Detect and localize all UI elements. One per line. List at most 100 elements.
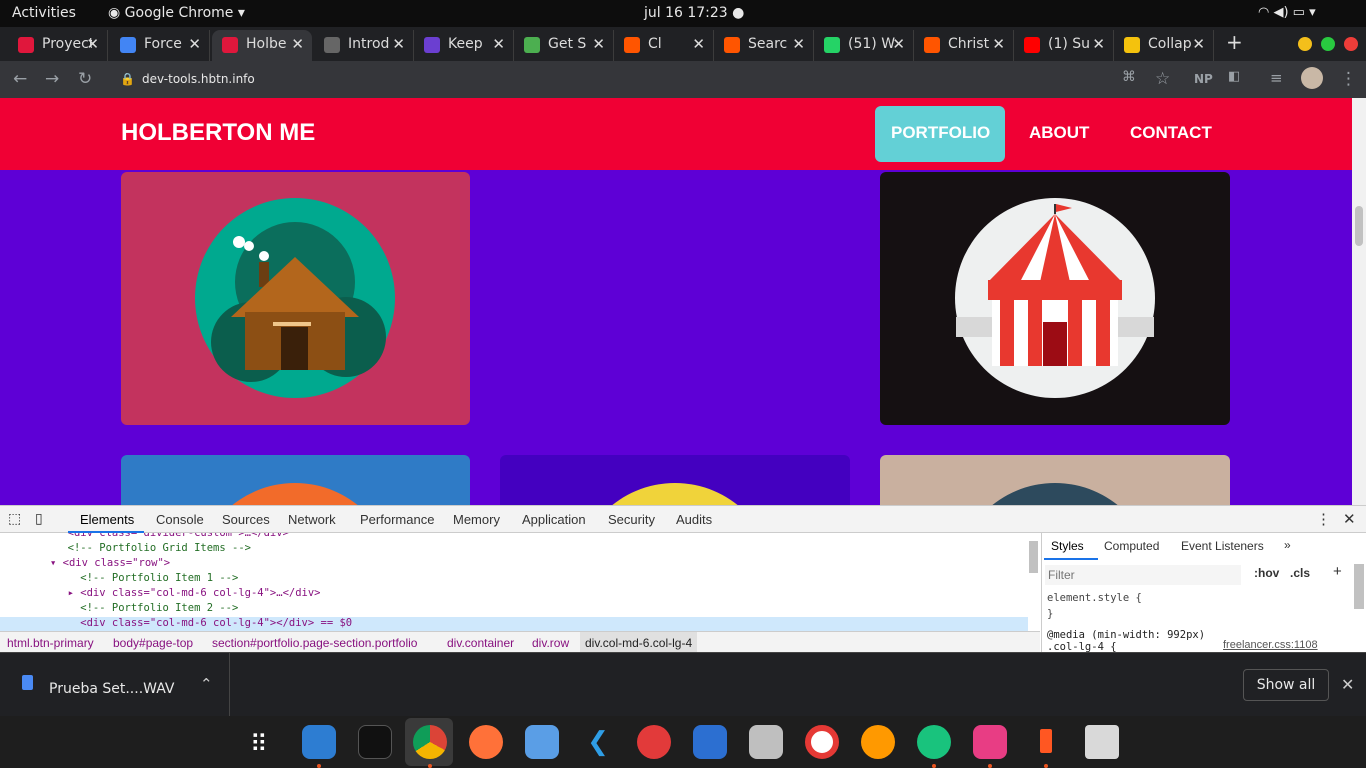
site-brand[interactable]: HOLBERTON ME (121, 119, 315, 147)
tab-console[interactable]: Console (156, 512, 204, 527)
terminal-icon[interactable] (358, 725, 392, 759)
close-tab-icon[interactable]: ✕ (1192, 35, 1205, 53)
cls-toggle[interactable]: .cls (1290, 566, 1310, 580)
browser-tab[interactable]: (51) W ✕ (814, 30, 914, 61)
breadcrumb-item[interactable]: section#portfolio.page-section.portfolio (212, 636, 417, 650)
tab-memory[interactable]: Memory (453, 512, 500, 527)
close-tab-icon[interactable]: ✕ (86, 35, 99, 53)
browser-tab[interactable]: Keep ✕ (414, 30, 514, 61)
breadcrumb-item[interactable]: body#page-top (113, 636, 193, 650)
tab-security[interactable]: Security (608, 512, 655, 527)
browser-tab[interactable]: (1) Su ✕ (1014, 30, 1114, 61)
writer-icon[interactable] (693, 725, 727, 759)
close-tab-icon[interactable]: ✕ (992, 35, 1005, 53)
close-window-button[interactable] (1344, 37, 1358, 51)
hov-toggle[interactable]: :hov (1254, 566, 1279, 580)
translate-icon[interactable]: ⌘ (1122, 69, 1136, 85)
browser-tab[interactable]: Holbe ✕ (212, 30, 312, 61)
browser-tab[interactable]: Introd ✕ (314, 30, 414, 61)
tab-network[interactable]: Network (288, 512, 336, 527)
firefox-icon[interactable] (469, 725, 503, 759)
browser-tab[interactable]: Force ✕ (110, 30, 210, 61)
app-menu[interactable]: ◉ Google Chrome ▾ (108, 5, 245, 21)
code-line[interactable]: <!-- Portfolio Item 2 --> (55, 602, 238, 617)
activities-button[interactable]: Activities (12, 5, 76, 21)
forward-icon[interactable]: → (45, 69, 59, 89)
clock[interactable]: jul 16 17:23 ● (644, 5, 744, 21)
tab-application[interactable]: Application (522, 512, 586, 527)
close-tab-icon[interactable]: ✕ (1092, 35, 1105, 53)
chevron-up-icon[interactable]: ⌃ (200, 675, 213, 693)
profile-avatar[interactable] (1301, 67, 1323, 89)
code-line[interactable]: <div class="divider-custom">…</div> (55, 533, 289, 542)
tab-styles[interactable]: Styles (1051, 539, 1084, 553)
bookmark-star-icon[interactable]: ☆ (1155, 69, 1170, 89)
video-editor-icon[interactable] (973, 725, 1007, 759)
portfolio-card-circus[interactable] (880, 172, 1230, 425)
browser-tab[interactable]: Searc ✕ (714, 30, 814, 61)
browser-tab[interactable]: Christ ✕ (914, 30, 1014, 61)
tab-performance[interactable]: Performance (360, 512, 434, 527)
chrome-icon[interactable] (413, 725, 447, 759)
new-tab-button[interactable]: + (1226, 30, 1243, 54)
maximize-button[interactable] (1321, 37, 1335, 51)
mail-icon[interactable] (525, 725, 559, 759)
inspect-element-icon[interactable]: ⬚ (8, 510, 21, 527)
extension-badge[interactable]: NP (1194, 72, 1213, 86)
vscode-icon[interactable]: ❮ (581, 725, 615, 759)
reload-icon[interactable]: ↻ (78, 69, 92, 89)
trash-icon[interactable] (1085, 725, 1119, 759)
css-source-link[interactable]: freelancer.css:1108 (1223, 639, 1318, 651)
app-grid-icon[interactable]: ⠿ (250, 730, 268, 758)
tab-sources[interactable]: Sources (222, 512, 270, 527)
tab-audits[interactable]: Audits (676, 512, 712, 527)
installer-icon[interactable] (749, 725, 783, 759)
code-line[interactable]: ▸ <div class="col-md-6 col-lg-4">…</div> (55, 587, 321, 602)
styles-filter-input[interactable] (1045, 565, 1241, 585)
nav-about[interactable]: ABOUT (1029, 123, 1089, 143)
system-tray-icons[interactable]: ◠ ◀) ▭ ▾ (1258, 5, 1316, 20)
close-download-bar-icon[interactable]: ✕ (1341, 675, 1354, 694)
address-bar[interactable]: dev-tools.hbtn.info (142, 72, 255, 86)
close-tab-icon[interactable]: ✕ (592, 35, 605, 53)
breadcrumb-item[interactable]: div.row (532, 636, 569, 650)
updater-icon[interactable] (917, 725, 951, 759)
media-control-icon[interactable]: ≡ (1270, 69, 1283, 87)
portfolio-card-cake[interactable] (121, 455, 470, 505)
tab-event-listeners[interactable]: Event Listeners (1181, 539, 1264, 553)
elements-scrollbar[interactable] (1029, 541, 1038, 573)
music-icon[interactable] (637, 725, 671, 759)
close-tab-icon[interactable]: ✕ (392, 35, 405, 53)
back-icon[interactable]: ← (13, 69, 27, 89)
browser-tab[interactable]: Get S ✕ (514, 30, 614, 61)
portfolio-card-safe[interactable] (500, 455, 850, 505)
phone-icon[interactable] (1029, 725, 1063, 759)
elements-tree[interactable]: <div class="divider-custom">…</div> <!--… (0, 533, 1040, 631)
style-line[interactable]: element.style { (1047, 592, 1142, 604)
browser-tab[interactable]: Cl ✕ (614, 30, 714, 61)
close-tab-icon[interactable]: ✕ (892, 35, 905, 53)
code-line-selected[interactable]: <div class="col-md-6 col-lg-4"></div> ==… (0, 617, 1028, 631)
nav-portfolio[interactable]: PORTFOLIO (891, 123, 990, 143)
close-tab-icon[interactable]: ✕ (792, 35, 805, 53)
new-style-rule-icon[interactable]: + (1333, 563, 1342, 580)
scrollbar-thumb[interactable] (1355, 206, 1363, 246)
amazon-icon[interactable] (861, 725, 895, 759)
browser-tab[interactable]: Collap ✕ (1114, 30, 1214, 61)
close-tab-icon[interactable]: ✕ (291, 35, 304, 53)
minimize-button[interactable] (1298, 37, 1312, 51)
tab-computed[interactable]: Computed (1104, 539, 1159, 553)
show-all-button[interactable]: Show all (1243, 669, 1329, 701)
browser-tab[interactable]: Proyecto✕ (8, 30, 108, 61)
portfolio-card-submarine[interactable] (880, 455, 1230, 505)
devtools-close-icon[interactable]: ✕ (1343, 510, 1356, 528)
help-icon[interactable] (805, 725, 839, 759)
close-tab-icon[interactable]: ✕ (188, 35, 201, 53)
page-scrollbar[interactable] (1352, 98, 1366, 505)
download-filename[interactable]: Prueba Set....WAV (49, 681, 174, 697)
finder-icon[interactable] (302, 725, 336, 759)
portfolio-card-cabin[interactable] (121, 172, 470, 425)
breadcrumb-item-selected[interactable]: div.col-md-6.col-lg-4 (580, 632, 698, 653)
extension-icon[interactable]: ◧ (1228, 69, 1240, 84)
styles-scrollbar[interactable] (1354, 564, 1364, 609)
